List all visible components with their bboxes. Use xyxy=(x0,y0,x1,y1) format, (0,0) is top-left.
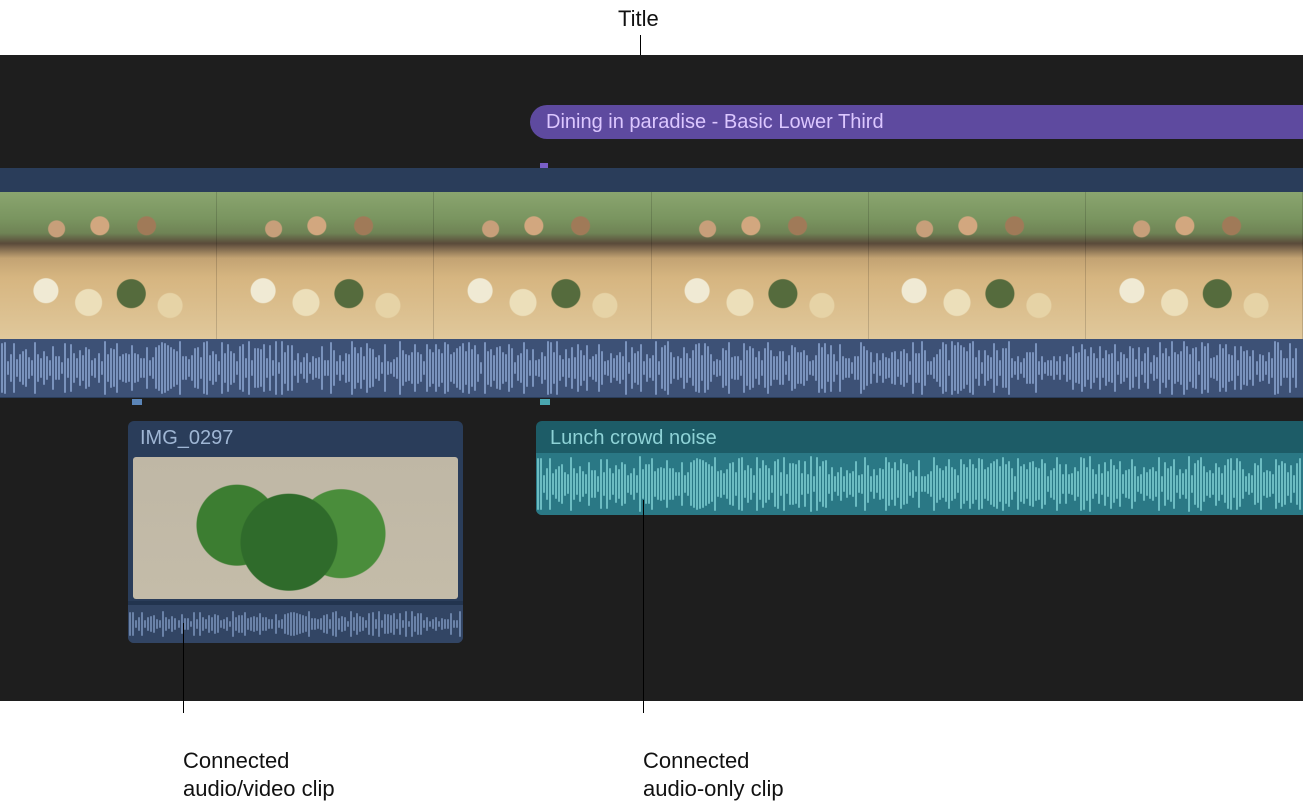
filmstrip-thumbnail xyxy=(1086,192,1303,339)
annotation-title-text: Title xyxy=(618,6,659,31)
title-clip-label: Dining in paradise - Basic Lower Third xyxy=(546,111,884,134)
primary-audio-waveform[interactable] xyxy=(0,339,1303,397)
connected-av-audio-waveform[interactable] xyxy=(128,605,463,643)
filmstrip-thumbnail xyxy=(652,192,869,339)
connected-av-clip[interactable]: IMG_0297 xyxy=(128,421,463,643)
filmstrip-thumbnail xyxy=(0,192,217,339)
connected-audio-clip[interactable]: Lunch crowd noise xyxy=(536,421,1303,515)
title-clip[interactable]: Dining in paradise - Basic Lower Third xyxy=(530,105,1303,139)
connection-marker xyxy=(132,399,142,405)
connected-av-clip-label: IMG_0297 xyxy=(140,427,233,450)
filmstrip-thumbnail xyxy=(434,192,651,339)
annotation-connected-av: Connected audio/video clip xyxy=(183,718,335,804)
connected-audio-clip-label: Lunch crowd noise xyxy=(550,427,717,450)
annotation-title: Title xyxy=(618,5,659,34)
primary-filmstrip xyxy=(0,192,1303,339)
annotation-connected-audio: Connected audio-only clip xyxy=(643,718,784,804)
primary-storyline-clip[interactable] xyxy=(0,168,1303,398)
callout-line-connected-audio xyxy=(643,500,644,713)
annotation-connected-audio-text: Connected audio-only clip xyxy=(643,748,784,802)
timeline[interactable]: Dining in paradise - Basic Lower Third I… xyxy=(0,55,1303,701)
connection-marker xyxy=(540,399,550,405)
connected-audio-waveform[interactable] xyxy=(536,453,1303,515)
connected-av-thumbnail xyxy=(133,457,458,599)
annotation-connected-av-text: Connected audio/video clip xyxy=(183,748,335,802)
callout-line-connected-av xyxy=(183,623,184,713)
filmstrip-thumbnail xyxy=(869,192,1086,339)
filmstrip-thumbnail xyxy=(217,192,434,339)
